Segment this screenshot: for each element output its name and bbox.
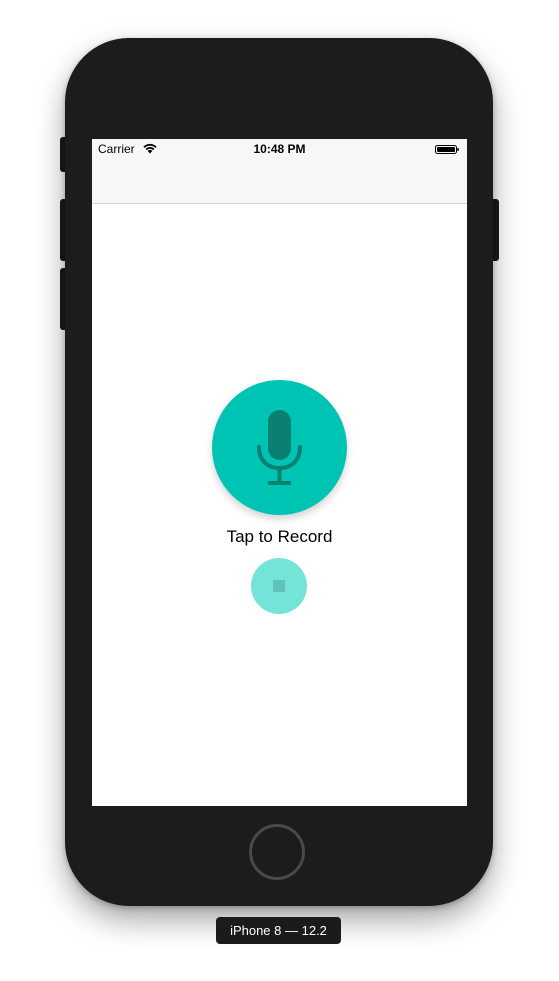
stop-button[interactable]: [251, 558, 307, 614]
stop-icon: [273, 580, 285, 592]
app-screen: Carrier 10:48 PM Tap to Record: [92, 139, 467, 806]
battery-full-icon: [435, 145, 459, 154]
simulator-stage: Carrier 10:48 PM Tap to Record iPhone 8 …: [0, 0, 559, 981]
record-button[interactable]: [212, 380, 347, 515]
record-status-label: Tap to Record: [226, 527, 333, 546]
navigation-bar: Carrier 10:48 PM: [92, 139, 467, 204]
status-bar: Carrier 10:48 PM: [92, 139, 467, 159]
home-button[interactable]: [249, 824, 305, 880]
status-time: 10:48 PM: [253, 142, 306, 156]
microphone-icon: [257, 410, 302, 485]
device-label: iPhone 8 — 12.2: [216, 917, 341, 944]
